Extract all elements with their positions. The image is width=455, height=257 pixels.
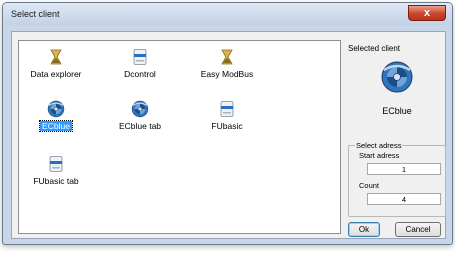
client-list[interactable]: Data explorer Dcontrol Easy ModBus ECblu… — [18, 40, 341, 234]
hourglass-icon — [47, 48, 65, 66]
drive-icon — [218, 100, 236, 118]
client-item-label: FUbasic — [211, 121, 243, 131]
client-item-data-explorer[interactable]: Data explorer — [23, 48, 89, 86]
selected-client-heading: Selected client — [348, 44, 401, 53]
close-button[interactable]: x — [408, 5, 446, 21]
address-group-label: Select adress — [355, 141, 403, 150]
fan-icon — [131, 100, 149, 118]
fan-icon — [47, 100, 65, 118]
drive-icon — [47, 155, 65, 173]
title-bar[interactable]: Select client x — [3, 3, 452, 25]
address-group: Select adress Start adress 1 Count 4 — [348, 141, 446, 217]
count-label: Count — [359, 181, 380, 190]
selected-client-name: ECblue — [382, 106, 412, 116]
client-item-dcontrol[interactable]: Dcontrol — [107, 48, 173, 86]
client-item-label-selected: ECblue — [39, 120, 73, 132]
hourglass-icon — [218, 48, 236, 66]
select-client-dialog: Select client x Data explorer Dcontrol E… — [2, 2, 453, 245]
dialog-body: Data explorer Dcontrol Easy ModBus ECblu… — [11, 31, 446, 239]
cancel-button[interactable]: Cancel — [395, 222, 441, 237]
client-item-label: Dcontrol — [124, 69, 156, 79]
start-address-field[interactable]: 1 — [367, 163, 441, 175]
client-item-label: ECblue tab — [118, 121, 162, 131]
fan-icon — [380, 60, 414, 94]
client-item-fubasic[interactable]: FUbasic — [191, 100, 263, 138]
drive-icon — [131, 48, 149, 66]
client-item-fubasic-tab[interactable]: FUbasic tab — [23, 155, 89, 193]
count-field[interactable]: 4 — [367, 193, 441, 205]
client-item-ecblue-tab[interactable]: ECblue tab — [107, 100, 173, 138]
client-item-label: Easy ModBus — [200, 69, 254, 79]
client-item-easy-modbus[interactable]: Easy ModBus — [191, 48, 263, 86]
dialog-title: Select client — [11, 9, 60, 19]
start-address-label: Start adress — [359, 151, 400, 160]
close-icon: x — [423, 7, 431, 19]
client-item-ecblue[interactable]: ECblue — [23, 100, 89, 138]
client-item-label: FUbasic tab — [33, 176, 79, 186]
client-item-label: Data explorer — [30, 69, 82, 79]
ok-button[interactable]: Ok — [348, 222, 380, 237]
